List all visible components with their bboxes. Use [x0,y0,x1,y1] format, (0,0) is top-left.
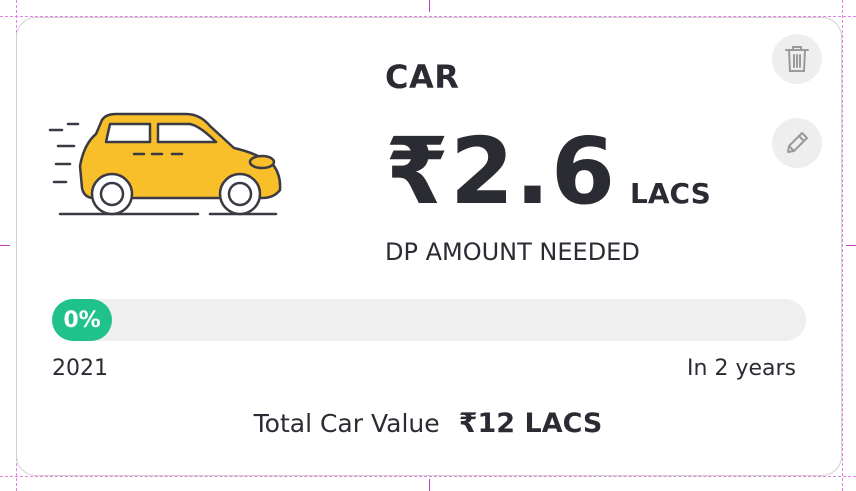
goal-title: CAR [385,58,460,96]
guide-tick [0,245,10,246]
guide-tick [846,245,856,246]
dp-amount-unit: LACS [630,177,711,210]
progress-percent: 0% [63,307,101,333]
progress-end-label: In 2 years [687,356,796,381]
guide-tick [429,479,430,491]
total-value-label: Total Car Value [253,409,440,438]
dp-amount-value: ₹2.6 [385,118,616,225]
total-value-amount: ₹12 LACS [458,408,603,439]
car-icon [48,112,282,216]
dp-amount-label: DP AMOUNT NEEDED [385,238,640,266]
guide-tick [429,0,430,12]
progress-start-label: 2021 [52,356,108,381]
pencil-icon [787,132,808,153]
trash-icon [785,46,809,72]
progress-bar: 0% [52,299,806,341]
total-value-row: Total Car Value ₹12 LACS [0,408,856,439]
guide-line [0,476,856,477]
edit-button[interactable] [772,118,822,168]
amount-display: ₹2.6 LACS [385,126,711,218]
delete-button[interactable] [772,34,822,84]
